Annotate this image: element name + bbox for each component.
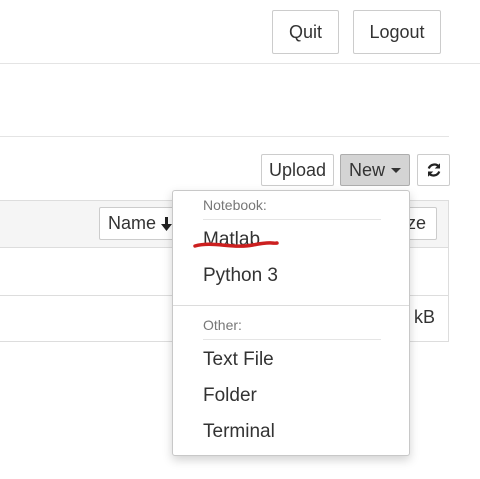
tabs-divider — [0, 136, 449, 137]
refresh-button[interactable] — [417, 154, 450, 186]
header-divider — [0, 63, 480, 64]
other-header-divider — [203, 339, 381, 340]
menu-item-text-file[interactable]: Text File — [203, 349, 274, 371]
quit-button[interactable]: Quit — [272, 10, 339, 54]
name-column-label: Name — [108, 213, 157, 233]
quit-label: Quit — [288, 21, 322, 42]
new-label: New — [348, 159, 385, 180]
caret-down-icon — [391, 167, 401, 173]
menu-item-python-3[interactable]: Python 3 — [203, 265, 278, 287]
menu-item-terminal[interactable]: Terminal — [203, 421, 275, 443]
new-dropdown-button[interactable]: New — [340, 154, 410, 186]
notebook-header-divider — [203, 219, 381, 220]
menu-item-folder[interactable]: Folder — [203, 385, 257, 407]
menu-section-divider — [173, 305, 409, 306]
upload-button[interactable]: Upload — [261, 154, 334, 186]
notebook-header: Notebook: — [203, 197, 267, 213]
red-underline-annotation — [193, 238, 279, 257]
other-header: Other: — [203, 317, 242, 333]
refresh-icon — [425, 161, 443, 179]
upload-label: Upload — [268, 159, 327, 180]
row-file-size: kB — [414, 307, 436, 327]
logout-label: Logout — [369, 21, 425, 42]
logout-button[interactable]: Logout — [353, 10, 441, 54]
new-dropdown-menu: Notebook: Matlab Python 3 Other: Text Fi… — [172, 190, 410, 456]
